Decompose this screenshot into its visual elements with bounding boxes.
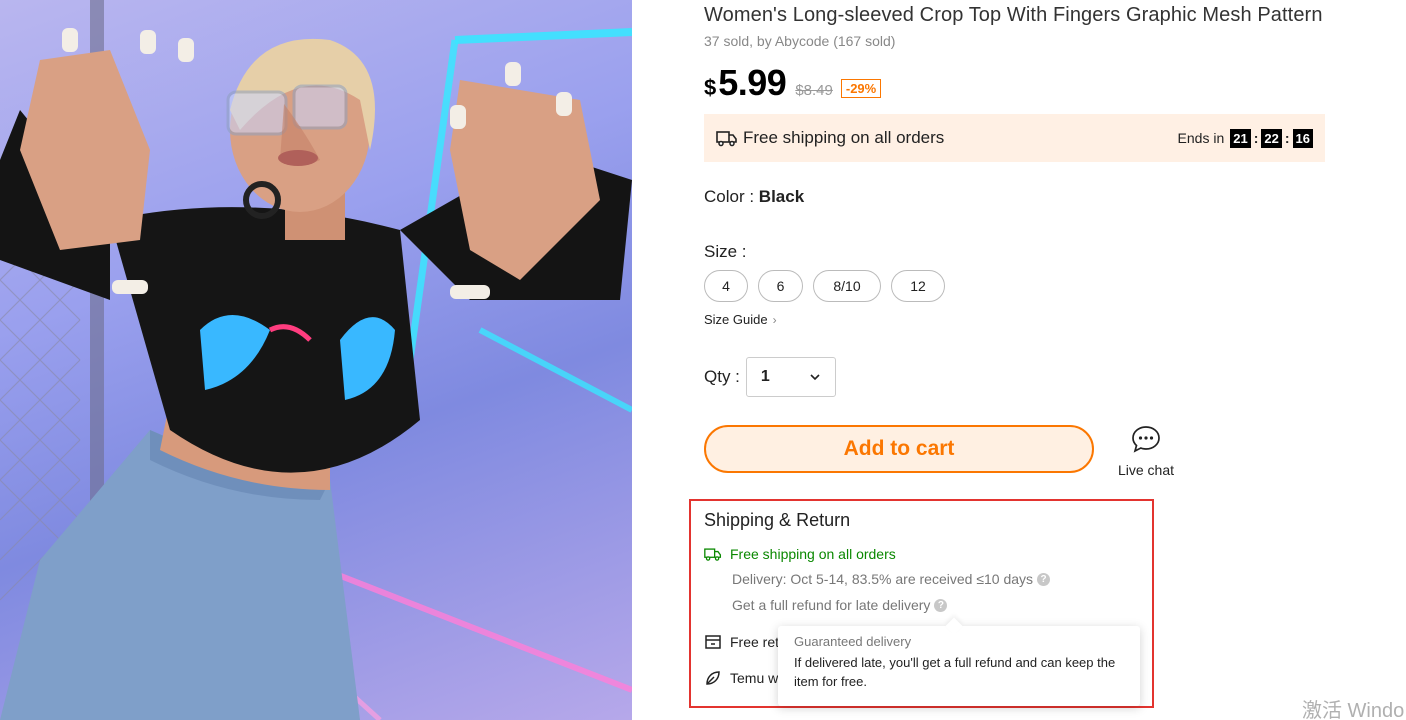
- delivery-row: Delivery: Oct 5-14, 83.5% are received ≤…: [732, 571, 1051, 587]
- size-guide-link[interactable]: Size Guide ›: [704, 312, 777, 327]
- qty-value: 1: [760, 368, 770, 385]
- sold-info[interactable]: 37 sold, by Abycode (167 sold): [704, 33, 895, 49]
- countdown-minutes: 22: [1261, 128, 1282, 148]
- color-value: Black: [758, 187, 805, 206]
- size-option[interactable]: 8/10: [813, 270, 881, 302]
- product-image[interactable]: [0, 0, 632, 720]
- live-chat-label: Live chat: [1117, 462, 1175, 478]
- return-box-icon: [705, 635, 721, 649]
- os-activation-watermark: 激活 Windo: [1302, 700, 1405, 720]
- size-option[interactable]: 4: [704, 270, 748, 302]
- product-title: Women's Long-sleeved Crop Top With Finge…: [704, 4, 1323, 26]
- truck-icon: [716, 131, 737, 147]
- leaf-icon: [706, 671, 720, 685]
- free-shipping-row: Free shipping on all orders: [704, 545, 896, 563]
- help-icon[interactable]: ?: [934, 598, 948, 612]
- countdown-separator: :: [1284, 130, 1290, 146]
- product-photo-illustration: [0, 0, 632, 720]
- countdown-hours: 21: [1230, 128, 1251, 148]
- chevron-right-icon: ›: [772, 312, 777, 327]
- temu-commitment-row[interactable]: Temu w: [704, 669, 778, 687]
- color-row: Color : Black: [704, 187, 804, 207]
- quantity-row: Qty : 1: [704, 357, 836, 397]
- chevron-down-icon: [810, 374, 820, 381]
- color-label: Color :: [704, 187, 759, 206]
- add-to-cart-button[interactable]: Add to cart: [704, 425, 1094, 473]
- tooltip-title: Guaranteed delivery: [794, 634, 912, 649]
- current-price: 5.99: [718, 62, 787, 103]
- shipping-return-title: Shipping & Return: [704, 510, 851, 530]
- discount-badge: -29%: [840, 79, 882, 98]
- countdown-seconds: 16: [1292, 128, 1313, 148]
- tooltip-body: If delivered late, you'll get a full ref…: [794, 655, 1116, 689]
- help-icon[interactable]: ?: [1037, 572, 1051, 586]
- free-returns-text: Free ret: [730, 634, 780, 650]
- product-details-panel: Women's Long-sleeved Crop Top With Finge…: [689, 0, 1344, 720]
- countdown: Ends in 21 : 22 : 16: [1177, 128, 1313, 148]
- quantity-select[interactable]: 1: [745, 357, 836, 397]
- banner-text: Free shipping on all orders: [743, 128, 945, 147]
- refund-row: Get a full refund for late delivery ?: [732, 597, 948, 613]
- free-shipping-banner: Free shipping on all orders Ends in 21 :…: [704, 114, 1325, 162]
- size-guide-label: Size Guide: [704, 312, 768, 327]
- countdown-separator: :: [1253, 130, 1259, 146]
- price-row: $ 5.99 $8.49 -29%: [704, 62, 882, 103]
- original-price: $8.49: [795, 82, 833, 99]
- currency-symbol: $: [704, 75, 717, 100]
- qty-label: Qty :: [704, 367, 740, 386]
- free-returns-row[interactable]: Free ret: [704, 633, 779, 651]
- free-shipping-text: Free shipping on all orders: [730, 546, 896, 562]
- delivery-text: Delivery: Oct 5-14, 83.5% are received ≤…: [732, 571, 1034, 587]
- chat-bubble-icon: [1132, 426, 1160, 453]
- refund-text: Get a full refund for late delivery: [732, 597, 931, 613]
- size-option[interactable]: 6: [758, 270, 803, 302]
- live-chat-button[interactable]: Live chat: [1114, 425, 1178, 478]
- guaranteed-delivery-tooltip: Guaranteed delivery If delivered late, y…: [778, 617, 1140, 706]
- size-options: 4 6 8/10 12: [704, 270, 945, 302]
- temu-commitment-text: Temu w: [730, 670, 779, 686]
- size-option[interactable]: 12: [891, 270, 945, 302]
- size-label: Size :: [704, 242, 747, 261]
- countdown-label: Ends in: [1177, 130, 1225, 146]
- truck-icon: [704, 548, 722, 561]
